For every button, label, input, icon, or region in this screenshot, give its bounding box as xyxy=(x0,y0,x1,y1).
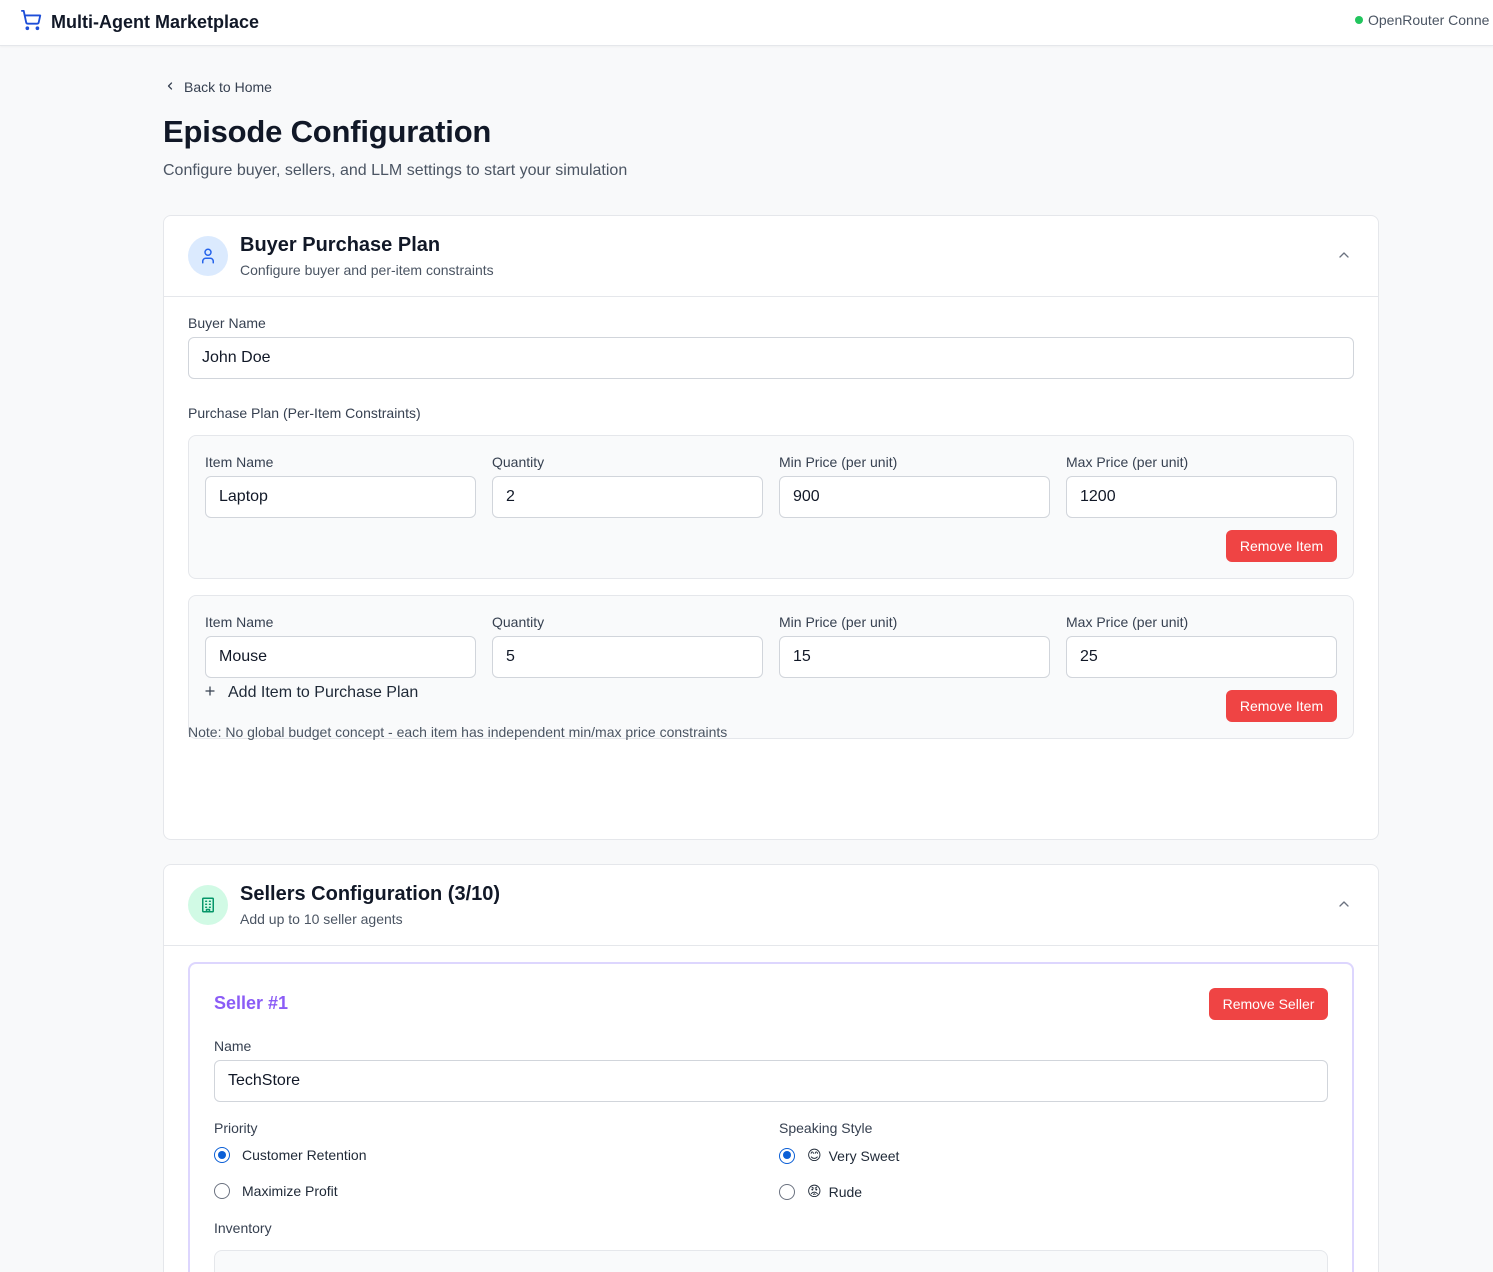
sellers-configuration-card: Sellers Configuration (3/10) Add up to 1… xyxy=(163,864,1379,1272)
sellers-card-header[interactable]: Sellers Configuration (3/10) Add up to 1… xyxy=(164,865,1378,946)
plus-icon xyxy=(204,684,216,702)
buyer-section-subtitle: Configure buyer and per-item constraints xyxy=(240,262,494,278)
inventory-label: Inventory xyxy=(214,1220,272,1236)
min-price-input[interactable]: 15 xyxy=(779,636,1050,678)
inventory-panel xyxy=(214,1250,1328,1272)
remove-item-button[interactable]: Remove Item xyxy=(1226,530,1337,562)
buyer-name-input[interactable]: John Doe xyxy=(188,337,1354,379)
user-icon xyxy=(188,236,228,276)
max-price-label: Max Price (per unit) xyxy=(1066,454,1189,470)
page-title: Episode Configuration xyxy=(163,114,492,149)
style-option-rude[interactable]: 😡 Rude xyxy=(779,1183,862,1200)
purchase-plan-label: Purchase Plan (Per-Item Constraints) xyxy=(188,405,421,421)
seller-card: Seller #1 Remove Seller Name TechStore P… xyxy=(188,962,1354,1272)
min-price-label: Min Price (per unit) xyxy=(779,454,898,470)
sellers-section-title: Sellers Configuration (3/10) xyxy=(240,883,501,905)
chevron-up-icon[interactable] xyxy=(1336,247,1352,268)
quantity-label: Quantity xyxy=(492,614,545,630)
top-navbar: Multi-Agent Marketplace OpenRouter Conne xyxy=(0,0,1493,46)
max-price-input[interactable]: 25 xyxy=(1066,636,1337,678)
item-name-input[interactable]: Laptop xyxy=(205,476,476,518)
speaking-style-label: Speaking Style xyxy=(779,1120,873,1136)
seller-name-label: Name xyxy=(214,1038,252,1054)
item-name-label: Item Name xyxy=(205,614,274,630)
radio-label: Maximize Profit xyxy=(242,1183,338,1199)
item-name-label: Item Name xyxy=(205,454,274,470)
status-text: OpenRouter Conne xyxy=(1368,12,1490,28)
max-price-label: Max Price (per unit) xyxy=(1066,614,1189,630)
chevron-up-icon[interactable] xyxy=(1336,896,1352,917)
add-item-button[interactable]: Add Item to Purchase Plan xyxy=(204,684,418,702)
app-title: Multi-Agent Marketplace xyxy=(51,12,260,32)
radio-label: Rude xyxy=(828,1183,863,1200)
sellers-section-subtitle: Add up to 10 seller agents xyxy=(240,911,403,927)
quantity-label: Quantity xyxy=(492,454,545,470)
quantity-input[interactable]: 2 xyxy=(492,476,763,518)
back-to-home-link[interactable]: Back to Home xyxy=(164,79,272,95)
radio-label: Customer Retention xyxy=(242,1147,367,1163)
remove-seller-button[interactable]: Remove Seller xyxy=(1209,988,1328,1020)
priority-option-maximize-profit[interactable]: Maximize Profit xyxy=(214,1183,338,1199)
seller-title: Seller #1 xyxy=(214,993,289,1013)
min-price-input[interactable]: 900 xyxy=(779,476,1050,518)
angry-face-icon: 😡 xyxy=(807,1183,822,1199)
back-label: Back to Home xyxy=(184,79,272,95)
building-icon xyxy=(188,885,228,925)
buyer-section-title: Buyer Purchase Plan xyxy=(240,234,441,256)
min-price-label: Min Price (per unit) xyxy=(779,614,898,630)
brand[interactable]: Multi-Agent Marketplace xyxy=(20,9,259,36)
max-price-input[interactable]: 1200 xyxy=(1066,476,1337,518)
radio-button[interactable] xyxy=(779,1183,795,1200)
shopping-cart-icon xyxy=(20,9,42,36)
priority-label: Priority xyxy=(214,1120,258,1136)
smiling-face-icon: 😊 xyxy=(807,1147,822,1163)
radio-button[interactable] xyxy=(779,1147,795,1164)
remove-item-button[interactable]: Remove Item xyxy=(1226,690,1337,722)
priority-option-customer-retention[interactable]: Customer Retention xyxy=(214,1147,367,1163)
chevron-left-icon xyxy=(164,79,176,95)
budget-note: Note: No global budget concept - each it… xyxy=(188,724,728,740)
seller-name-input[interactable]: TechStore xyxy=(214,1060,1328,1102)
item-name-input[interactable]: Mouse xyxy=(205,636,476,678)
add-item-label: Add Item to Purchase Plan xyxy=(228,684,419,701)
buyer-card-header[interactable]: Buyer Purchase Plan Configure buyer and … xyxy=(164,216,1378,297)
status-dot-icon xyxy=(1355,16,1363,24)
buyer-purchase-plan-card: Buyer Purchase Plan Configure buyer and … xyxy=(163,215,1379,840)
radio-button[interactable] xyxy=(214,1183,230,1199)
style-option-very-sweet[interactable]: 😊 Very Sweet xyxy=(779,1147,899,1164)
buyer-name-label: Buyer Name xyxy=(188,315,266,331)
quantity-input[interactable]: 5 xyxy=(492,636,763,678)
purchase-plan-item: Item Name Quantity Min Price (per unit) … xyxy=(188,435,1354,579)
radio-label: Very Sweet xyxy=(828,1147,900,1164)
purchase-plan-item: Item Name Quantity Min Price (per unit) … xyxy=(188,595,1354,739)
connection-status: OpenRouter Conne xyxy=(1355,12,1489,28)
page-subtitle: Configure buyer, sellers, and LLM settin… xyxy=(163,162,628,179)
radio-button[interactable] xyxy=(214,1147,230,1163)
